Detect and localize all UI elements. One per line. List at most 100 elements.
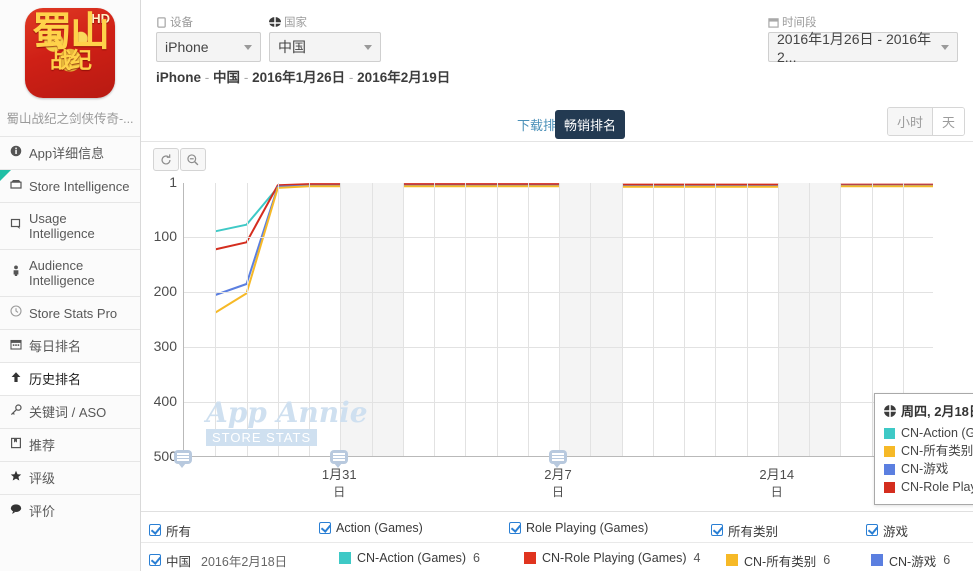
tooltip-row: CN-所有类别6 — [884, 442, 973, 460]
sidebar-item-5[interactable]: Store Stats Pro — [0, 296, 140, 329]
x-tick-weekday: 日 — [770, 485, 783, 499]
key-icon — [9, 404, 23, 420]
legend-checkbox-item[interactable]: Action (Games) — [319, 521, 423, 535]
sidebar-item-1[interactable]: App详细信息 — [0, 136, 140, 169]
sidebar-item-3[interactable]: Usage Intelligence — [0, 202, 140, 249]
legend-row-categories: 所有 Action (Games) Role Playing (Games) 所有类别… — [141, 511, 973, 542]
chart-zoom-out-button[interactable] — [180, 148, 206, 171]
device-icon — [157, 16, 166, 28]
legend-checkbox-item[interactable]: Role Playing (Games) — [509, 521, 648, 535]
granularity-hour[interactable]: 小时 — [887, 108, 932, 135]
legend-series-name: CN-所有类别 — [744, 554, 817, 569]
chevron-down-icon — [244, 44, 252, 50]
sidebar-item-8[interactable]: 关键词 / ASO — [0, 395, 140, 428]
plot-area[interactable]: App Annie STORE STATS — [183, 183, 933, 457]
annotation-marker-1[interactable] — [174, 450, 192, 468]
breadcrumb-end-date: 2016年2月19日 — [357, 70, 451, 85]
x-tick-weekday: 日 — [551, 485, 564, 499]
checkbox-icon[interactable] — [866, 524, 878, 536]
topbar: 设备 iPhone 国家 中国 时间段 2016年1月26日 - 2016年2.… — [141, 0, 973, 101]
legend-categories-container: 所有 Action (Games) Role Playing (Games) 所有类别… — [141, 512, 973, 543]
daterange-filter: 时间段 2016年1月26日 - 2016年2... — [768, 14, 958, 65]
y-axis-tick-label: 100 — [153, 228, 177, 245]
tooltip-row: CN-Role Playing (Games)4 — [884, 478, 973, 496]
sidebar-item-label: App详细信息 — [29, 145, 105, 161]
tab-grossing-rank[interactable]: 畅销排名 — [555, 110, 626, 139]
horizontal-gridline — [184, 402, 933, 404]
legend-series-name: CN-游戏 — [889, 554, 937, 569]
legend-series-value: 6 — [823, 553, 831, 567]
legend-category-label: 所有类别 — [728, 524, 779, 539]
chevron-down-icon — [941, 44, 949, 50]
vertical-gridline — [590, 183, 592, 456]
sidebar-item-4[interactable]: Audience Intelligence — [0, 249, 140, 296]
country-filter: 国家 中国 — [269, 14, 381, 62]
chart-reset-button[interactable] — [153, 148, 179, 171]
legend-date-label: 2016年2月18日 — [201, 554, 288, 569]
sidebar-item-10[interactable]: 评级 — [0, 461, 140, 494]
series-color-swatch — [726, 554, 738, 566]
legend-series-item[interactable]: CN-Action (Games) 6 — [339, 551, 480, 565]
horizontal-gridline — [184, 292, 933, 294]
legend-series-item[interactable]: CN-Role Playing (Games) 4 — [524, 551, 700, 565]
checkbox-icon[interactable] — [149, 524, 161, 536]
sidebar-item-2[interactable]: Store Intelligence — [0, 169, 140, 202]
granularity-day[interactable]: 天 — [931, 108, 964, 135]
calendar-icon — [9, 338, 23, 354]
legend-country-row[interactable]: 中国 2016年2月18日 — [149, 551, 287, 570]
vertical-gridline — [215, 183, 217, 456]
device-select[interactable]: iPhone — [156, 32, 261, 62]
breadcrumb-sep-3: - — [348, 70, 354, 85]
legend-series-item[interactable]: CN-游戏 6 — [871, 551, 950, 570]
daterange-select-value: 2016年1月26日 - 2016年2... — [777, 31, 932, 65]
vertical-gridline — [402, 183, 404, 456]
legend-category-label: Action (Games) — [336, 520, 423, 535]
annotation-marker-3[interactable] — [549, 450, 567, 468]
checkbox-icon[interactable] — [149, 554, 161, 566]
breadcrumb-country: 中国 — [213, 70, 241, 85]
arrow-up-icon — [9, 371, 23, 387]
checkbox-icon[interactable] — [711, 524, 723, 536]
sidebar-nav: App详细信息 Store Intelligence Usage Intellige… — [0, 136, 140, 527]
y-axis-tick-label: 300 — [153, 338, 177, 355]
daterange-select[interactable]: 2016年1月26日 - 2016年2... — [768, 31, 958, 65]
vertical-gridline — [434, 183, 435, 456]
app-icon[interactable]: HD 蜀山 战纪 — [25, 8, 115, 98]
info-icon — [9, 145, 23, 161]
device-filter: 设备 iPhone — [156, 14, 261, 62]
breadcrumb-sep-2: - — [243, 70, 249, 85]
legend-series-item[interactable]: CN-所有类别 6 — [726, 551, 830, 570]
audience-icon — [9, 265, 23, 281]
zoom-out-icon — [187, 153, 199, 165]
vertical-gridline — [309, 183, 310, 456]
device-filter-label-text: 设备 — [170, 17, 193, 29]
legend-checkbox-item[interactable]: 游戏 — [866, 521, 908, 540]
sidebar-item-9[interactable]: 推荐 — [0, 428, 140, 461]
sidebar-item-6[interactable]: 每日排名 — [0, 329, 140, 362]
country-filter-label-text: 国家 — [284, 17, 307, 29]
sidebar-item-7[interactable]: 历史排名 — [0, 362, 140, 395]
country-select[interactable]: 中国 — [269, 32, 381, 62]
vertical-gridline — [246, 183, 248, 456]
series-color-swatch — [524, 551, 536, 564]
vertical-gridline — [621, 183, 623, 456]
legend-checkbox-item[interactable]: 所有类别 — [711, 521, 778, 540]
sidebar: HD 蜀山 战纪 蜀山战纪之剑侠传奇-... App详细信息 Store Inte… — [0, 0, 141, 571]
vertical-gridline — [527, 183, 529, 456]
checkbox-icon[interactable] — [509, 521, 521, 534]
checkbox-icon[interactable] — [319, 521, 331, 534]
reset-icon — [161, 153, 171, 165]
annotation-marker-2[interactable] — [330, 450, 349, 468]
vertical-gridline — [871, 183, 873, 456]
sidebar-item-label: 关键词 / ASO — [29, 404, 107, 420]
legend-checkbox-item[interactable]: 所有 — [149, 521, 191, 540]
calendar-icon — [768, 17, 779, 28]
y-axis-tick-label: 1 — [169, 174, 177, 190]
series-color-swatch — [871, 554, 883, 566]
sidebar-item-label: 每日排名 — [29, 338, 82, 354]
legend-series-name: CN-Action (Games) — [357, 550, 467, 565]
country-select-value: 中国 — [278, 39, 306, 55]
sidebar-item-11[interactable]: 评价 — [0, 494, 140, 527]
sidebar-item-label: Audience Intelligence — [29, 258, 95, 288]
legend-values-container: 中国 2016年2月18日 CN-Action (Games) 6 CN-Role Pl… — [141, 543, 973, 572]
